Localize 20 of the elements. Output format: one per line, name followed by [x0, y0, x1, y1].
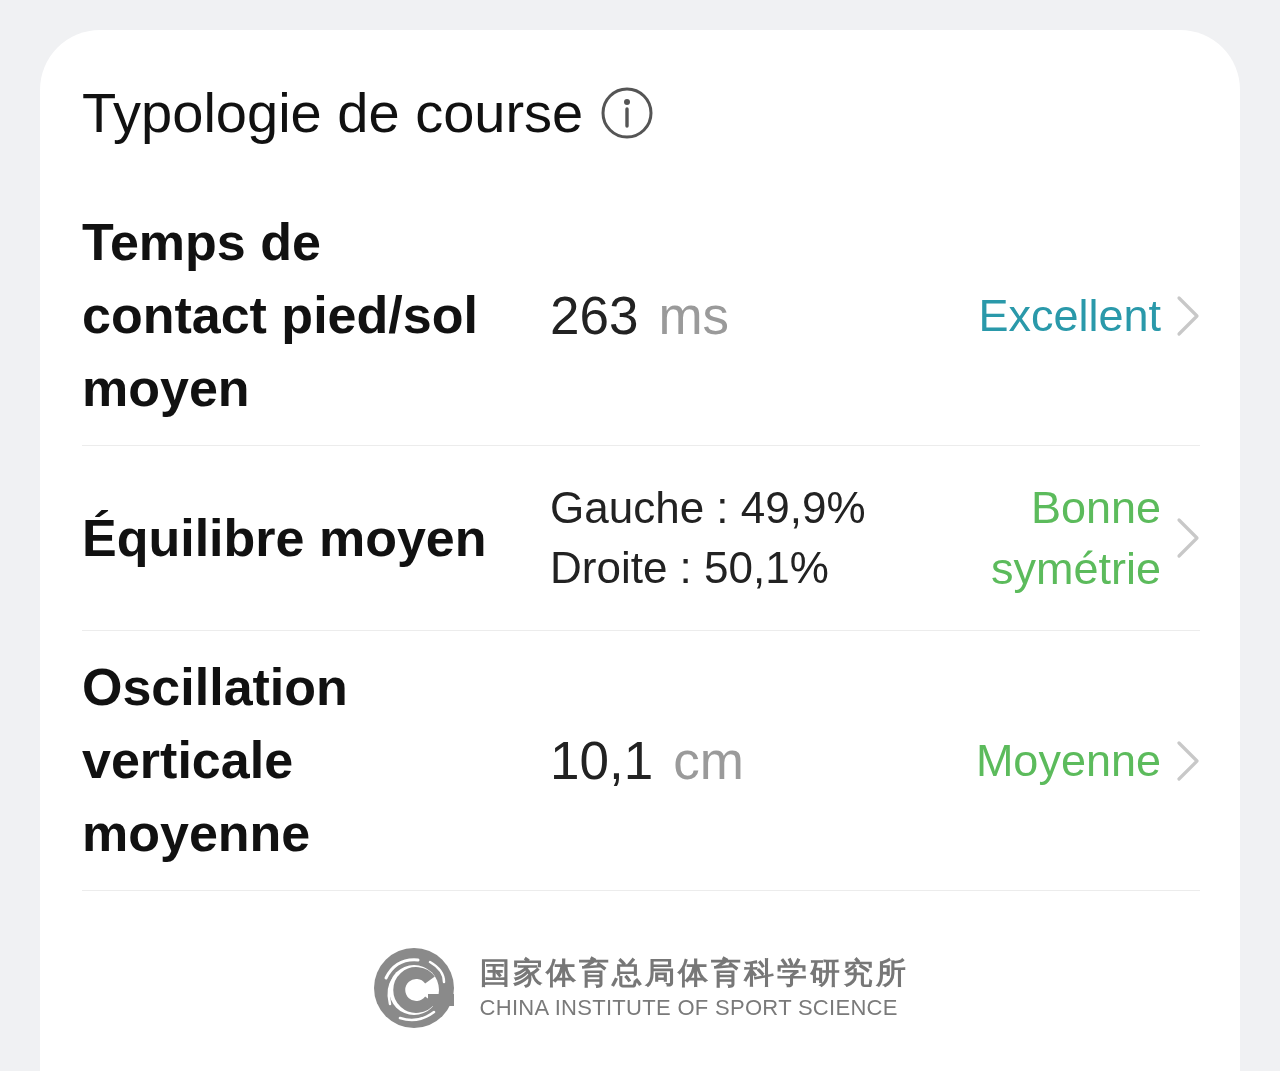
metric-value: 10,1 — [550, 730, 654, 791]
chevron-right-icon[interactable] — [1176, 739, 1200, 782]
institute-name-chinese: 国家体育总局体育科学研究所 — [479, 955, 909, 991]
institute-logo-icon — [373, 948, 454, 1028]
metric-label: Équilibre moyen — [82, 507, 488, 569]
card-title: Typologie de course — [82, 83, 584, 143]
chevron-right-icon[interactable] — [1176, 294, 1200, 337]
metric-label: Oscillation verticale moyenne — [82, 657, 349, 864]
metric-unit: cm — [673, 730, 744, 791]
rating-link[interactable]: Bonne symétrie — [931, 477, 1161, 599]
info-icon[interactable] — [601, 87, 654, 139]
institute-name-english: CHINA INSTITUTE OF SPORT SCIENCE — [479, 995, 899, 1021]
balance-value: Droite : 50,1% — [550, 542, 830, 594]
chevron-right-icon[interactable] — [1176, 517, 1200, 559]
rating-link[interactable]: Moyenne — [975, 730, 1161, 791]
metric-label: Temps de contact pied/sol moyen — [82, 212, 479, 419]
rating-link[interactable]: Excellent — [978, 285, 1161, 346]
metric-value: 263 — [550, 285, 639, 346]
metric-unit: ms — [658, 285, 730, 346]
balance-value: Gauche : 49,9% — [550, 482, 866, 534]
